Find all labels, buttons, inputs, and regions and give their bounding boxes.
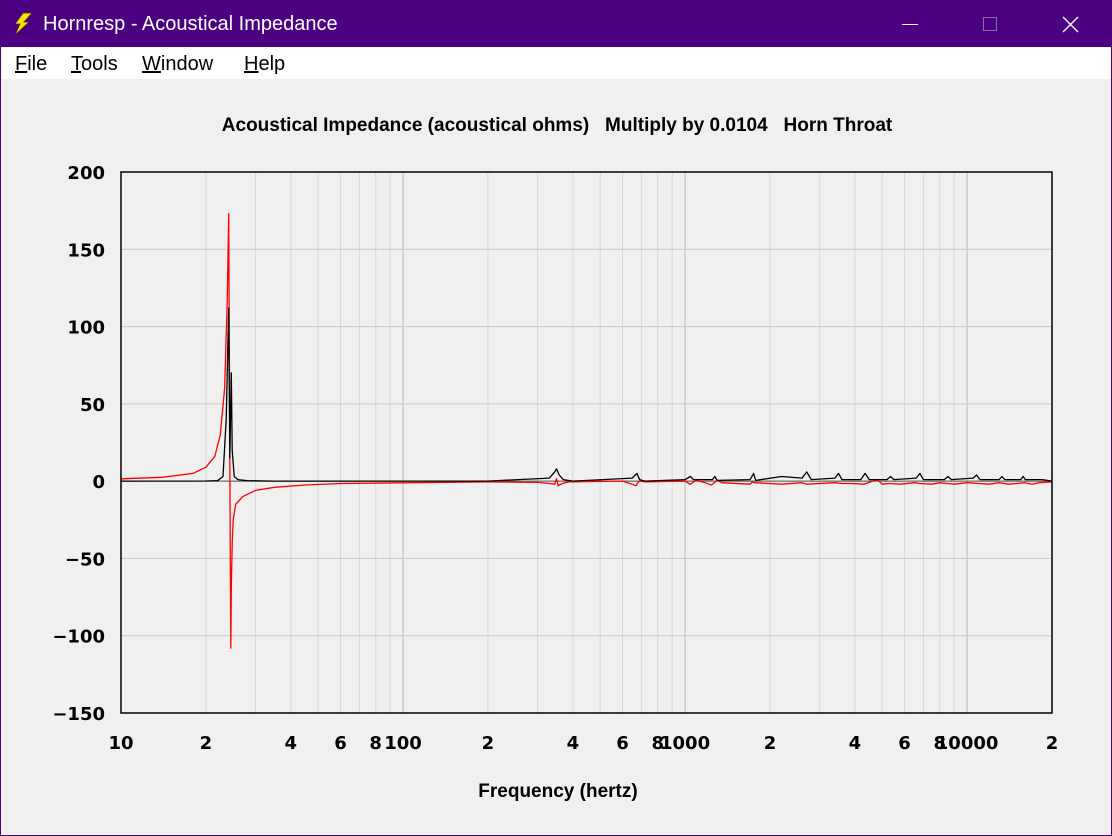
x-tick-label: 2 [1046, 733, 1059, 754]
y-tick-label: 50 [80, 395, 105, 416]
x-tick-label: 10000 [936, 733, 999, 754]
y-tick-label: −100 [52, 627, 105, 648]
impedance-chart: 200150100500−50−100−15010 2 4 6 8 100 2 4 6 81000… [52, 163, 1059, 754]
y-tick-label: −150 [52, 704, 105, 725]
x-tick-label: 4 [849, 733, 862, 754]
x-tick-label: 4 [285, 733, 298, 754]
y-tick-label: 0 [92, 472, 105, 493]
x-tick-label: 8 [369, 733, 382, 754]
x-tick-label: 4 [567, 733, 580, 754]
y-tick-label: −50 [65, 549, 105, 570]
x-tick-label: 10 [108, 733, 133, 754]
x-tick-label: 6 [616, 733, 629, 754]
x-tick-label: 6 [898, 733, 911, 754]
x-axis-label: Frequency (hertz) [478, 781, 638, 802]
x-tick-label: 1000 [660, 733, 710, 754]
x-tick-label: 2 [764, 733, 777, 754]
x-tick-label: 2 [482, 733, 495, 754]
plot-area-frame [120, 171, 1053, 714]
x-tick-label: 2 [200, 733, 213, 754]
y-tick-label: 200 [67, 163, 105, 184]
y-tick-label: 150 [67, 240, 105, 261]
series-line-1 [120, 307, 1053, 482]
y-tick-label: 100 [67, 318, 105, 339]
x-tick-label: 100 [384, 733, 422, 754]
app-window: Hornresp - Acoustical Impedance File Too… [0, 0, 1112, 836]
series-line-0 [120, 213, 1053, 649]
x-tick-label: 6 [334, 733, 347, 754]
